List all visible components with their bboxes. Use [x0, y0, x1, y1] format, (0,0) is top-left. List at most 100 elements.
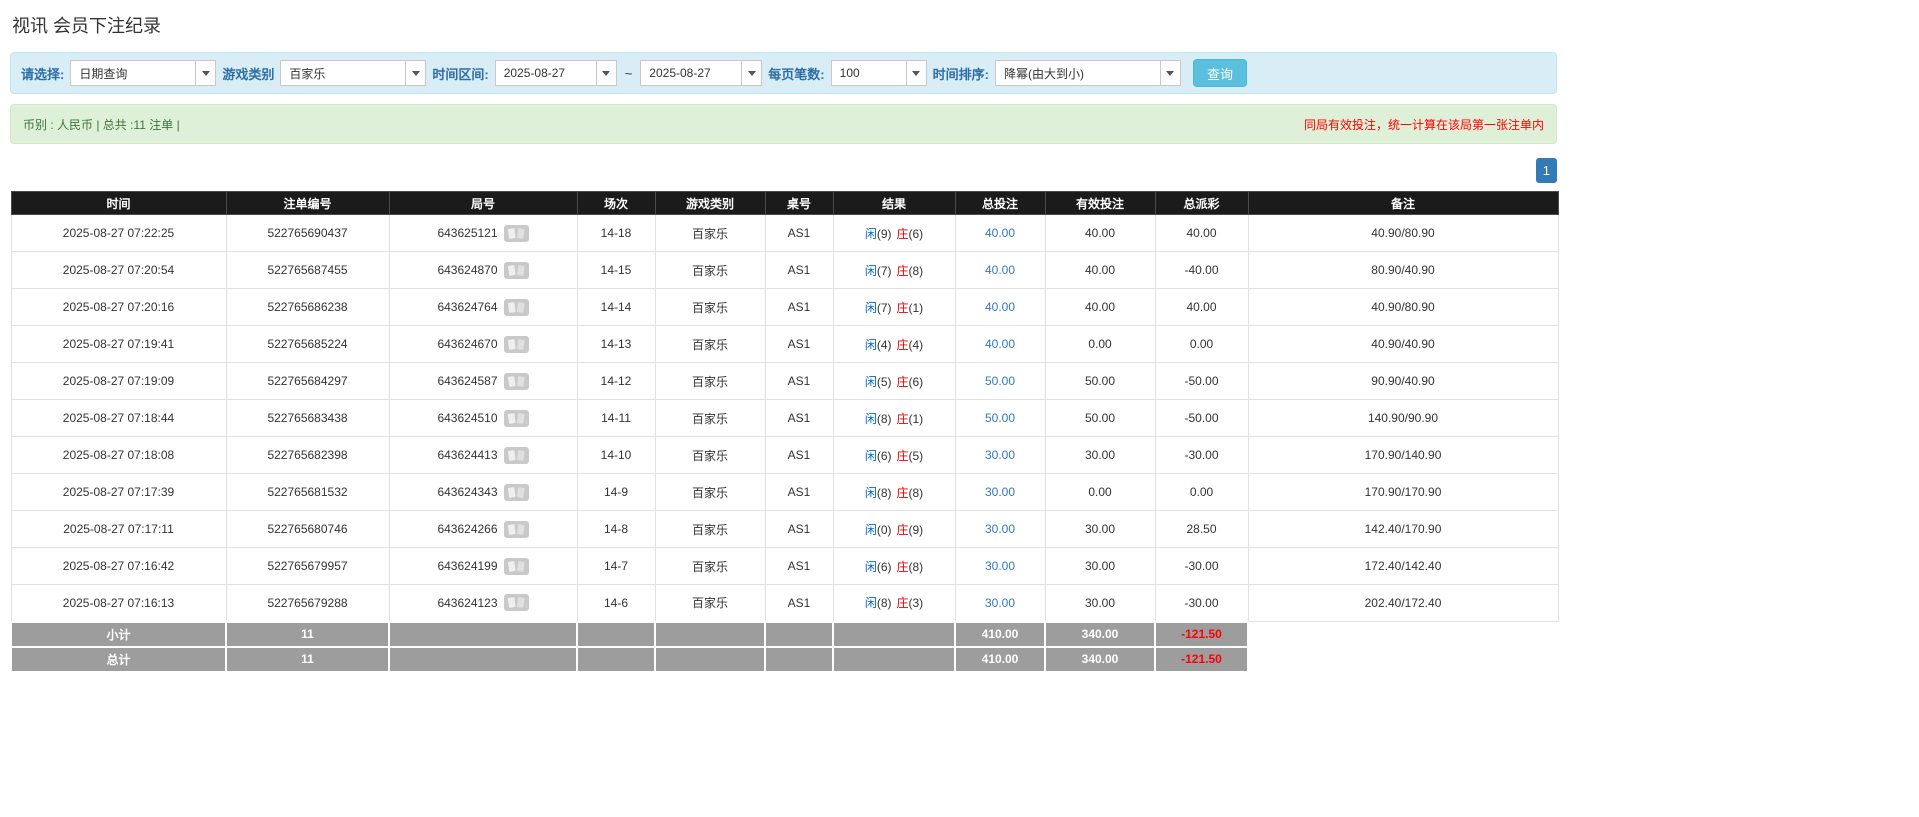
result-cards-icon[interactable] [504, 594, 529, 611]
cell-table-no: AS1 [765, 326, 833, 363]
total-bet-link[interactable]: 30.00 [985, 522, 1015, 536]
cell-game-type: 百家乐 [655, 474, 765, 511]
total-empty-cell [389, 647, 577, 672]
total-bet-link[interactable]: 50.00 [985, 411, 1015, 425]
cell-total-bet: 30.00 [955, 511, 1045, 548]
total-bet-link[interactable]: 40.00 [985, 337, 1015, 351]
cell-table-no: AS1 [765, 400, 833, 437]
total-bet-link[interactable]: 30.00 [985, 448, 1015, 462]
page: 视讯 会员下注纪录 请选择: 日期查询 游戏类别 百家乐 时间区间: 2025-… [0, 0, 1567, 681]
result-cards-icon[interactable] [504, 484, 529, 501]
result-cards-icon[interactable] [504, 262, 529, 279]
sort-select[interactable]: 降幂(由大到小) [995, 60, 1181, 86]
chevron-down-icon[interactable] [742, 60, 762, 86]
cell-result: 闲(8)庄(8) [833, 474, 955, 511]
subtotal-empty-cell [655, 622, 765, 647]
total-valid-bet: 340.00 [1045, 647, 1155, 672]
chevron-down-icon[interactable] [1161, 60, 1181, 86]
cell-table-no: AS1 [765, 585, 833, 622]
subtotal-note-blank [1248, 622, 1558, 647]
round-id-text: 643624123 [437, 596, 497, 610]
game-type-select[interactable]: 百家乐 [280, 60, 426, 86]
player-result: 闲(6) [865, 449, 892, 463]
cell-valid-bet: 40.00 [1045, 215, 1155, 252]
chevron-down-icon[interactable] [597, 60, 617, 86]
date-from-select[interactable]: 2025-08-27 [495, 60, 617, 86]
search-button[interactable]: 查询 [1193, 59, 1247, 87]
cell-payout: -30.00 [1155, 548, 1248, 585]
chevron-down-icon[interactable] [196, 60, 216, 86]
cell-game-type: 百家乐 [655, 548, 765, 585]
cell-result: 闲(0)庄(9) [833, 511, 955, 548]
cell-table-no: AS1 [765, 511, 833, 548]
cell-valid-bet: 30.00 [1045, 511, 1155, 548]
result-cards-icon[interactable] [504, 521, 529, 538]
query-type-select[interactable]: 日期查询 [70, 60, 216, 86]
total-bet-link[interactable]: 40.00 [985, 300, 1015, 314]
cell-game-type: 百家乐 [655, 215, 765, 252]
cell-time: 2025-08-27 07:20:54 [11, 252, 226, 289]
result-cards-icon[interactable] [504, 336, 529, 353]
cell-valid-bet: 40.00 [1045, 289, 1155, 326]
round-id-text: 643624413 [437, 448, 497, 462]
col-session: 场次 [577, 192, 655, 215]
chevron-down-icon[interactable] [907, 60, 927, 86]
cell-time: 2025-08-27 07:20:16 [11, 289, 226, 326]
cell-result: 闲(6)庄(5) [833, 437, 955, 474]
total-bet-link[interactable]: 50.00 [985, 374, 1015, 388]
table-row: 2025-08-27 07:20:54 522765687455 6436248… [11, 252, 1558, 289]
page-size-select[interactable]: 100 [831, 60, 927, 86]
game-type-value: 百家乐 [280, 60, 406, 86]
result-cards-icon[interactable] [504, 410, 529, 427]
round-id-text: 643624870 [437, 263, 497, 277]
col-payout: 总派彩 [1155, 192, 1248, 215]
cell-valid-bet: 0.00 [1045, 326, 1155, 363]
cell-payout: 0.00 [1155, 326, 1248, 363]
subtotal-count: 11 [226, 622, 389, 647]
total-bet-link[interactable]: 40.00 [985, 226, 1015, 240]
date-from-value: 2025-08-27 [495, 60, 597, 86]
subtotal-total-bet: 410.00 [955, 622, 1045, 647]
cell-round-id: 643624670 [389, 326, 577, 363]
subtotal-empty-cell [389, 622, 577, 647]
result-cards-icon[interactable] [504, 558, 529, 575]
cell-total-bet: 30.00 [955, 437, 1045, 474]
sort-value: 降幂(由大到小) [995, 60, 1161, 86]
banker-result: 庄(4) [897, 338, 924, 352]
result-cards-icon[interactable] [504, 373, 529, 390]
total-bet-link[interactable]: 30.00 [985, 485, 1015, 499]
result-cards-icon[interactable] [504, 299, 529, 316]
cell-total-bet: 40.00 [955, 252, 1045, 289]
cell-round-id: 643624343 [389, 474, 577, 511]
cell-bet-id: 522765684297 [226, 363, 389, 400]
game-type-label: 游戏类别 [222, 64, 274, 83]
result-cards-icon[interactable] [504, 447, 529, 464]
result-cards-icon[interactable] [504, 225, 529, 242]
chevron-down-icon[interactable] [406, 60, 426, 86]
cell-session: 14-18 [577, 215, 655, 252]
total-bet-link[interactable]: 30.00 [985, 596, 1015, 610]
total-empty-cell [765, 647, 833, 672]
player-result: 闲(8) [865, 412, 892, 426]
total-bet-link[interactable]: 40.00 [985, 263, 1015, 277]
table-row: 2025-08-27 07:17:11 522765680746 6436242… [11, 511, 1558, 548]
cell-bet-id: 522765680746 [226, 511, 389, 548]
cell-note: 80.90/40.90 [1248, 252, 1558, 289]
cell-round-id: 643624870 [389, 252, 577, 289]
cell-valid-bet: 30.00 [1045, 437, 1155, 474]
round-id-text: 643624510 [437, 411, 497, 425]
banker-result: 庄(1) [897, 412, 924, 426]
summary-info-bar: 币别 : 人民币 | 总共 :11 注单 | 同局有效投注，统一计算在该局第一张… [10, 104, 1557, 144]
cell-bet-id: 522765682398 [226, 437, 389, 474]
table-row: 2025-08-27 07:18:08 522765682398 6436244… [11, 437, 1558, 474]
pagination-page-1-button[interactable]: 1 [1536, 158, 1557, 183]
cell-session: 14-6 [577, 585, 655, 622]
cell-payout: -50.00 [1155, 363, 1248, 400]
banker-result: 庄(8) [897, 264, 924, 278]
table-row: 2025-08-27 07:20:16 522765686238 6436247… [11, 289, 1558, 326]
cell-payout: -50.00 [1155, 400, 1248, 437]
cell-result: 闲(5)庄(6) [833, 363, 955, 400]
date-to-select[interactable]: 2025-08-27 [640, 60, 762, 86]
total-total-bet: 410.00 [955, 647, 1045, 672]
total-bet-link[interactable]: 30.00 [985, 559, 1015, 573]
